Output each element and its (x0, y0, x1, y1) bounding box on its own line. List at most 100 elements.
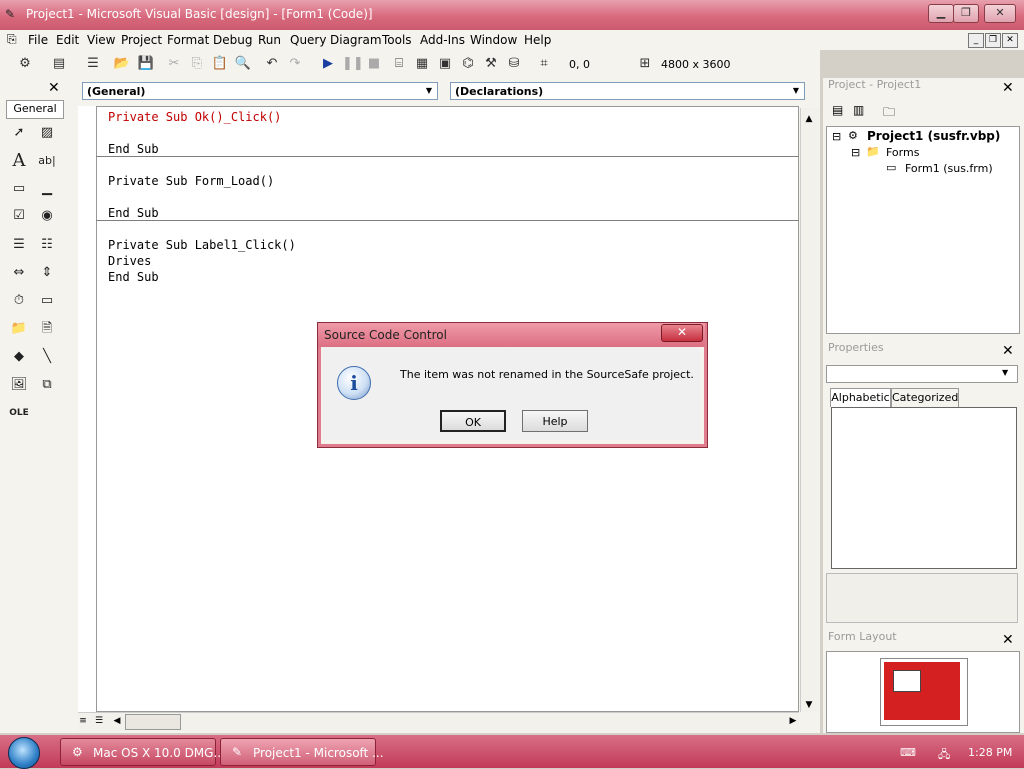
copy-icon[interactable]: ⎘ (188, 55, 206, 73)
tree-collapse-icon[interactable]: ⊟ (851, 146, 860, 159)
minimize-button[interactable]: ▁ (928, 4, 954, 23)
add-project-icon[interactable]: ⚙ (16, 55, 34, 73)
horizontal-scroll-thumb[interactable] (125, 714, 181, 730)
vertical-scrollbar[interactable] (800, 108, 819, 712)
commandbutton-tool-icon[interactable]: ▁ (36, 178, 58, 200)
data-view-icon[interactable]: ⛁ (505, 55, 523, 73)
undo-icon[interactable]: ↶ (263, 55, 281, 73)
dialog-title-bar[interactable]: Source Code Control (318, 323, 705, 347)
properties-object-combo[interactable] (826, 365, 1018, 383)
tree-item-forms[interactable]: Forms (886, 146, 919, 159)
menu-window[interactable]: Window (470, 33, 517, 47)
pointer-tool-icon[interactable]: ➚ (8, 122, 30, 144)
properties-list[interactable] (831, 407, 1017, 569)
object-browser-icon[interactable]: ⌬ (459, 55, 477, 73)
clock[interactable]: 1:28 PM (968, 746, 1012, 759)
menu-debug[interactable]: Debug (213, 33, 252, 47)
dialog-close-button[interactable]: ✕ (661, 324, 703, 342)
properties-window-icon[interactable]: ▦ (413, 55, 431, 73)
save-project-icon[interactable]: 💾 (137, 55, 155, 73)
code-line[interactable]: Private Sub Ok()_Click() (108, 110, 281, 124)
menu-query[interactable]: Query (290, 33, 326, 47)
view-object-icon[interactable]: ▥ (853, 103, 864, 117)
code-margin[interactable] (78, 106, 97, 712)
tab-categorized[interactable]: Categorized (891, 388, 959, 408)
checkbox-tool-icon[interactable]: ☑ (8, 205, 30, 227)
tree-item-form1[interactable]: Form1 (sus.frm) (905, 162, 993, 175)
maximize-button[interactable]: ❐ (953, 4, 979, 23)
chevron-down-icon[interactable]: ▼ (1002, 368, 1008, 377)
filelistbox-tool-icon[interactable]: 🗎 (36, 318, 58, 340)
shape-tool-icon[interactable]: ◆ (8, 346, 30, 368)
timer-tool-icon[interactable]: ⏱ (8, 290, 30, 312)
scroll-right-icon[interactable]: ▶ (786, 714, 800, 728)
chevron-down-icon[interactable]: ▼ (789, 84, 803, 98)
hscrollbar-tool-icon[interactable]: ⇔ (8, 262, 30, 284)
object-combo[interactable]: (General) ▼ (82, 82, 438, 100)
keyboard-icon[interactable]: ⌨ (900, 746, 916, 759)
start-button[interactable] (8, 737, 40, 769)
mdi-restore-button[interactable]: ❐ (985, 33, 1001, 48)
procedure-combo[interactable]: (Declarations) ▼ (450, 82, 805, 100)
listbox-tool-icon[interactable]: ☷ (36, 234, 58, 256)
project-explorer-close-icon[interactable]: ✕ (1002, 80, 1014, 96)
project-explorer-icon[interactable]: ⌸ (390, 55, 408, 73)
code-line[interactable]: Drives (108, 254, 151, 268)
vb-app-icon[interactable]: ✎ (5, 7, 19, 21)
menu-view[interactable]: View (87, 33, 115, 47)
menu-diagram[interactable]: Diagram (330, 33, 382, 47)
optionbutton-tool-icon[interactable]: ◉ (36, 205, 58, 227)
textbox-tool-icon[interactable]: ab| (36, 150, 58, 172)
menu-editor-icon[interactable]: ☰ (84, 55, 102, 73)
close-button[interactable]: ✕ (984, 4, 1016, 23)
data-tool-icon[interactable]: ⧉ (36, 374, 58, 396)
horizontal-scrollbar[interactable] (78, 712, 799, 731)
tree-collapse-icon[interactable]: ⊟ (832, 130, 841, 143)
title-bar[interactable]: ✎ Project1 - Microsoft Visual Basic [des… (0, 0, 1024, 30)
toggle-folders-icon[interactable]: 🗀 (883, 103, 895, 124)
toolbox-icon[interactable]: ⚒ (482, 55, 500, 73)
menu-add-ins[interactable]: Add-Ins (420, 33, 465, 47)
code-line[interactable]: Private Sub Label1_Click() (108, 238, 296, 252)
mdi-minimize-button[interactable]: _ (968, 33, 984, 48)
ok-button[interactable]: OK (440, 410, 506, 432)
find-icon[interactable]: 🔍 (234, 55, 252, 73)
vscrollbar-tool-icon[interactable]: ⇕ (36, 262, 58, 284)
frame-tool-icon[interactable]: ▭ (8, 178, 30, 200)
scroll-down-icon[interactable]: ▼ (802, 698, 816, 712)
line-tool-icon[interactable]: ╲ (36, 346, 58, 368)
scroll-up-icon[interactable]: ▲ (802, 112, 816, 126)
chevron-down-icon[interactable]: ▼ (422, 84, 436, 98)
tab-alphabetic[interactable]: Alphabetic (830, 388, 891, 407)
dirlistbox-tool-icon[interactable]: 📁 (8, 318, 30, 340)
open-project-icon[interactable]: 📂 (113, 55, 131, 73)
menu-file[interactable]: File (28, 33, 48, 47)
drivelistbox-tool-icon[interactable]: ▭ (36, 290, 58, 312)
code-line[interactable]: End Sub (108, 206, 159, 220)
code-window-icon[interactable]: ⎘ (7, 32, 17, 47)
menu-help[interactable]: Help (524, 33, 551, 47)
form-layout-close-icon[interactable]: ✕ (1002, 632, 1014, 648)
cut-icon[interactable]: ✂ (165, 55, 183, 73)
form-layout-icon[interactable]: ▣ (436, 55, 454, 73)
tree-item-project[interactable]: Project1 (susfr.vbp) (867, 129, 1000, 143)
picturebox-tool-icon[interactable]: ▨ (36, 122, 58, 144)
image-tool-icon[interactable]: 🖼 (8, 374, 30, 396)
paste-icon[interactable]: 📋 (211, 55, 229, 73)
menu-project[interactable]: Project (121, 33, 162, 47)
ole-tool-icon[interactable]: OLE (8, 402, 30, 424)
redo-icon[interactable]: ↷ (286, 55, 304, 73)
menu-format[interactable]: Format (167, 33, 209, 47)
break-icon[interactable]: ❚❚ (342, 55, 364, 73)
scroll-left-icon[interactable]: ◀ (110, 714, 124, 728)
menu-run[interactable]: Run (258, 33, 281, 47)
code-line[interactable]: Private Sub Form_Load() (108, 174, 274, 188)
network-icon[interactable]: 🖧 (938, 746, 952, 761)
label-tool-icon[interactable]: A (8, 150, 30, 172)
form-position-preview[interactable] (893, 670, 921, 692)
code-line[interactable]: End Sub (108, 142, 159, 156)
add-form-icon[interactable]: ▤ (50, 55, 68, 73)
full-module-view-icon[interactable]: ☰ (92, 714, 106, 728)
help-button[interactable]: Help (522, 410, 588, 432)
view-code-icon[interactable]: ▤ (832, 103, 843, 117)
